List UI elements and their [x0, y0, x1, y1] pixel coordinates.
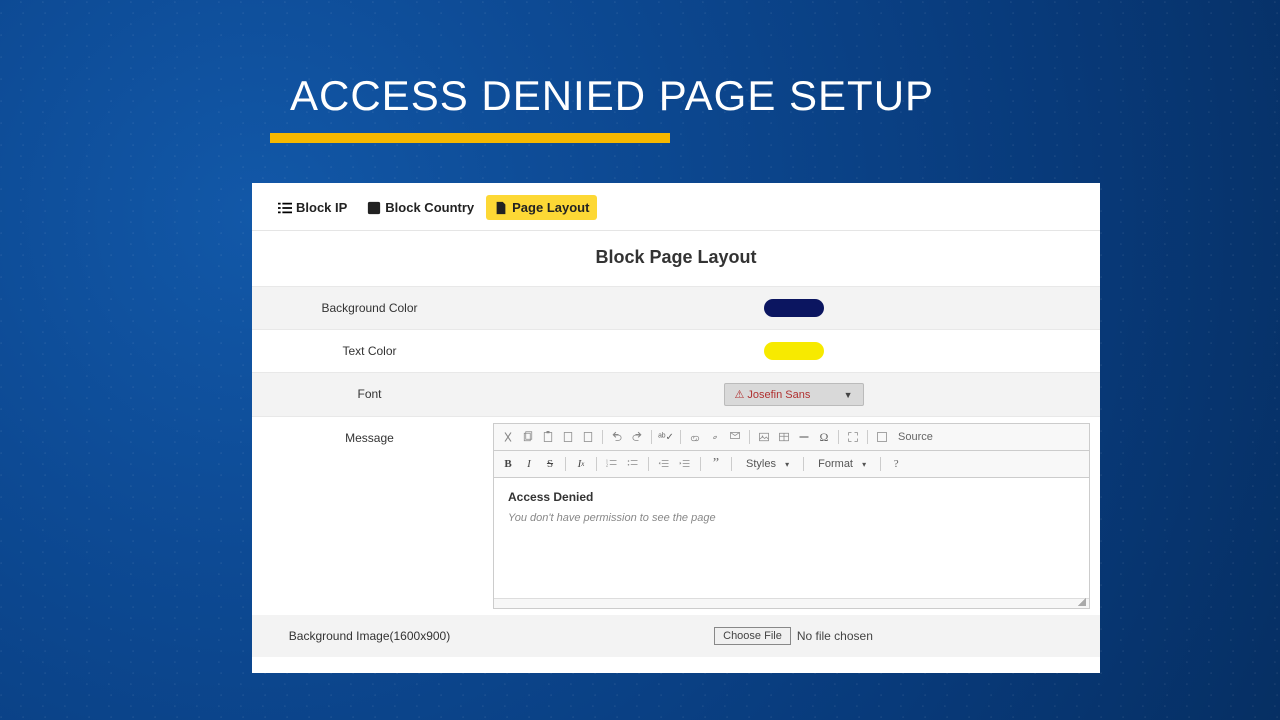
- file-icon: [494, 201, 508, 215]
- source-button[interactable]: Source: [894, 431, 937, 443]
- message-label: Message: [252, 417, 487, 615]
- settings-panel: Block IP Block Country Page Layout Block…: [252, 183, 1100, 673]
- bg-image-label: Background Image(1600x900): [252, 615, 487, 657]
- outdent-icon[interactable]: [656, 456, 672, 472]
- help-icon[interactable]: ?: [888, 456, 904, 472]
- text-color-label: Text Color: [252, 330, 487, 372]
- slide-title: ACCESS DENIED PAGE SETUP: [290, 72, 934, 120]
- indent-icon[interactable]: [677, 456, 693, 472]
- paste-text-icon[interactable]: [560, 429, 576, 445]
- special-char-icon[interactable]: Ω: [816, 429, 832, 445]
- file-status: No file chosen: [797, 629, 873, 643]
- section-title: Block Page Layout: [252, 231, 1100, 287]
- row-bg-color: Background Color: [252, 287, 1100, 330]
- title-underline: [270, 133, 670, 143]
- font-select-value: Josefin Sans: [747, 389, 810, 401]
- tab-page-layout[interactable]: Page Layout: [486, 195, 597, 220]
- row-font: Font ⚠Josefin Sans ▼: [252, 373, 1100, 417]
- row-message: Message ᵃᵇ✓: [252, 417, 1100, 615]
- editor-content[interactable]: Access Denied You don't have permission …: [494, 478, 1089, 598]
- list-icon: [278, 201, 292, 215]
- tab-label: Block Country: [385, 200, 474, 215]
- choose-file-button[interactable]: Choose File: [714, 627, 791, 645]
- hr-icon[interactable]: [796, 429, 812, 445]
- row-bg-image: Background Image(1600x900) Choose File N…: [252, 615, 1100, 657]
- tab-block-country[interactable]: Block Country: [359, 195, 482, 220]
- bg-color-swatch[interactable]: [764, 299, 824, 317]
- message-heading: Access Denied: [508, 490, 1075, 504]
- undo-icon[interactable]: [609, 429, 625, 445]
- format-select[interactable]: Format ▾: [811, 456, 873, 472]
- font-label: Font: [252, 373, 487, 416]
- svg-text:2: 2: [606, 463, 608, 467]
- redo-icon[interactable]: [629, 429, 645, 445]
- anchor-icon[interactable]: [727, 429, 743, 445]
- copy-icon[interactable]: [520, 429, 536, 445]
- tab-label: Page Layout: [512, 200, 589, 215]
- image-icon[interactable]: [756, 429, 772, 445]
- row-text-color: Text Color: [252, 330, 1100, 373]
- editor-toolbar-1: ᵃᵇ✓ Ω Source: [494, 424, 1089, 451]
- remove-format-icon[interactable]: Ix: [573, 456, 589, 472]
- link-icon[interactable]: [687, 429, 703, 445]
- paste-icon[interactable]: [540, 429, 556, 445]
- warning-icon: ⚠: [735, 389, 745, 401]
- paste-word-icon[interactable]: [580, 429, 596, 445]
- resize-handle[interactable]: [494, 598, 1089, 608]
- spellcheck-icon[interactable]: ᵃᵇ✓: [658, 429, 674, 445]
- table-icon[interactable]: [776, 429, 792, 445]
- italic-icon[interactable]: I: [521, 456, 537, 472]
- unlink-icon[interactable]: [707, 429, 723, 445]
- globe-icon: [367, 201, 381, 215]
- tab-label: Block IP: [296, 200, 347, 215]
- message-body: You don't have permission to see the pag…: [508, 512, 1075, 524]
- bullet-list-icon[interactable]: [625, 456, 641, 472]
- source-icon[interactable]: [874, 429, 890, 445]
- styles-select[interactable]: Styles ▾: [739, 456, 796, 472]
- maximize-icon[interactable]: [845, 429, 861, 445]
- blockquote-icon[interactable]: ”: [708, 456, 724, 472]
- text-color-swatch[interactable]: [764, 342, 824, 360]
- bold-icon[interactable]: B: [500, 456, 516, 472]
- editor-toolbar-2: B I S Ix 12 ” Styles ▾ Format: [494, 451, 1089, 478]
- numbered-list-icon[interactable]: 12: [604, 456, 620, 472]
- tab-block-ip[interactable]: Block IP: [270, 195, 355, 220]
- cut-icon[interactable]: [500, 429, 516, 445]
- rich-text-editor: ᵃᵇ✓ Ω Source B: [493, 423, 1090, 609]
- font-select[interactable]: ⚠Josefin Sans ▼: [724, 383, 864, 406]
- bg-color-label: Background Color: [252, 287, 487, 329]
- chevron-down-icon: ▼: [844, 390, 853, 400]
- strike-icon[interactable]: S: [542, 456, 558, 472]
- tab-bar: Block IP Block Country Page Layout: [252, 183, 1100, 231]
